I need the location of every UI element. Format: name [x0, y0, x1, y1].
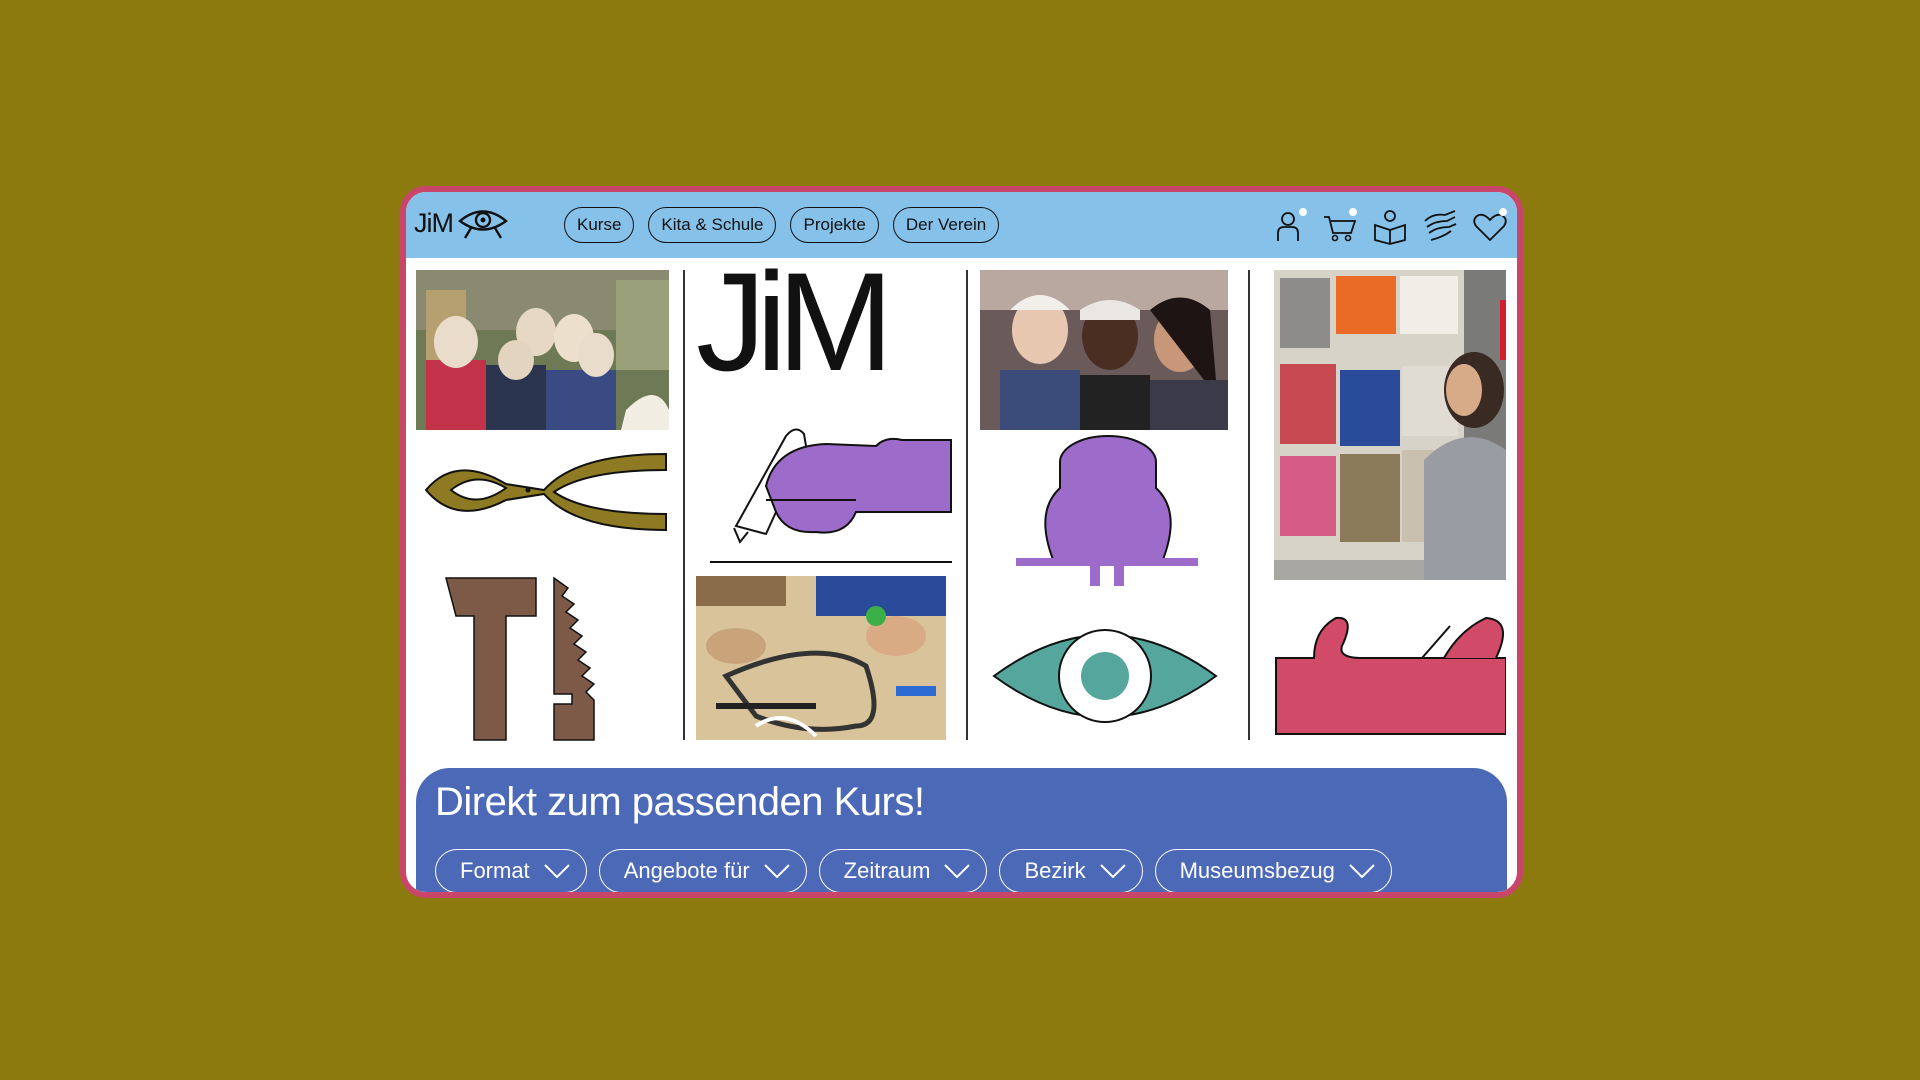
filter-bezirk-dropdown[interactable]: Bezirk: [999, 849, 1143, 892]
chip-label: Bezirk: [1024, 858, 1086, 883]
pliers-icon: [424, 452, 667, 532]
hero-big-logo: JiM: [696, 243, 894, 400]
filter-title: Direkt zum passenden Kurs!: [435, 780, 925, 824]
user-icon[interactable]: [1271, 207, 1309, 245]
chip-label: Format: [460, 858, 530, 883]
nav-der-verein[interactable]: Der Verein: [892, 207, 1000, 243]
filter-chips: Format Angebote für Zeitraum Bezirk Muse…: [435, 849, 1392, 892]
nav-kurse[interactable]: Kurse: [564, 207, 635, 243]
chevron-down-icon: [1099, 864, 1126, 878]
user-notification-dot: [1299, 208, 1307, 216]
heart-icon[interactable]: [1471, 207, 1509, 245]
chevron-down-icon: [944, 864, 971, 878]
chip-label: Museumsbezug: [1179, 858, 1335, 883]
top-navigation-bar: JiM Kurse Kita & Schule Projekte Der Ver…: [406, 192, 1517, 258]
pot-icon: [1016, 435, 1198, 586]
site-logo[interactable]: JiM: [414, 206, 509, 240]
cart-icon[interactable]: [1321, 207, 1359, 245]
saw-workshop-photo[interactable]: [696, 576, 946, 740]
chip-label: Angebote für: [623, 858, 750, 883]
browser-window: JiM Kurse Kita & Schule Projekte Der Ver…: [400, 186, 1523, 898]
logo-eye-icon: [458, 210, 508, 239]
drawing-hand-icon: [710, 428, 952, 563]
book-reader-icon[interactable]: [1371, 207, 1409, 245]
column-divider: [683, 270, 685, 740]
filter-angebote-dropdown[interactable]: Angebote für: [598, 849, 807, 892]
chevron-down-icon: [763, 864, 790, 878]
plane-tool-icon: [1275, 616, 1506, 735]
logo-text: JiM: [414, 207, 454, 238]
helping-hands-icon[interactable]: [1421, 207, 1459, 245]
heart-notification-dot: [1499, 208, 1507, 216]
collage-photo[interactable]: [1274, 270, 1506, 580]
filter-zeitraum-dropdown[interactable]: Zeitraum: [818, 849, 988, 892]
cart-notification-dot: [1349, 208, 1357, 216]
chip-label: Zeitraum: [843, 858, 931, 883]
kids-masks-photo[interactable]: [416, 270, 669, 430]
column-divider: [1248, 270, 1250, 740]
nav-kita-schule[interactable]: Kita & Schule: [648, 207, 777, 243]
eye-icon: [992, 629, 1218, 723]
header-tools: [1271, 207, 1509, 245]
hammer-saw-icon: [445, 576, 596, 741]
chevron-down-icon: [543, 864, 570, 878]
girls-photo[interactable]: [980, 270, 1228, 430]
column-divider: [966, 270, 968, 740]
nav-projekte[interactable]: Projekte: [790, 207, 879, 243]
chevron-down-icon: [1349, 864, 1375, 878]
hero-grid: JiM: [406, 252, 1517, 748]
course-filter-panel: Direkt zum passenden Kurs! Format Angebo…: [416, 768, 1507, 892]
filter-museumsbezug-dropdown[interactable]: Museumsbezug: [1154, 849, 1392, 892]
main-navigation: Kurse Kita & Schule Projekte Der Verein: [564, 207, 1000, 243]
filter-format-dropdown[interactable]: Format: [435, 849, 587, 892]
